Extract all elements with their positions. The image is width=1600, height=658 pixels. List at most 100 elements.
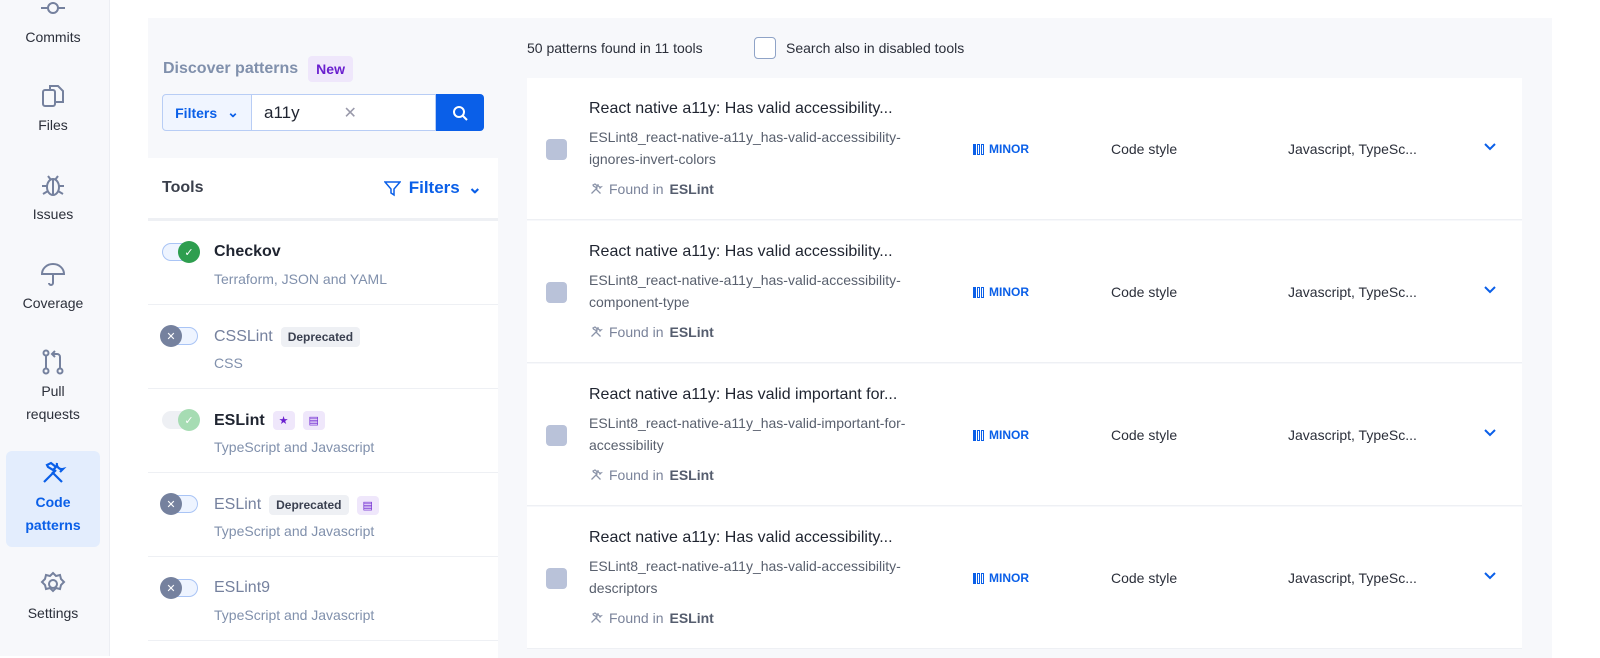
discover-header: Discover patterns New [163,56,353,82]
found-in: Found in ESLint [589,181,714,197]
deprecated-badge: Deprecated [280,327,361,347]
chevron-down-icon: ⌄ [467,178,482,197]
pattern-id: ESLint8_react-native-a11y_has-valid-acce… [589,272,901,310]
search-input[interactable]: a11y ✕ [252,94,436,131]
severity-badge: MINOR [973,142,1029,156]
tool-row: ✓ Checkov Terraform, JSON and YAML [148,221,498,305]
clear-icon[interactable]: ✕ [344,103,424,123]
new-badge: New [308,56,353,82]
tool-toggle[interactable]: ✕ [160,577,198,599]
check-icon: ✓ [178,409,200,431]
tools-icon [591,326,603,337]
x-icon: ✕ [160,325,182,347]
pull-request-icon [42,349,64,375]
tool-languages: CSS [214,355,243,371]
doc-icon: ▤ [356,495,379,515]
pattern-checkbox[interactable] [546,282,567,303]
sidebar-item-issues[interactable]: Issues [6,171,100,226]
expand-button[interactable] [1482,138,1498,159]
content-panel: Discover patterns New Filters ⌄ a11y ✕ Too… [148,18,1552,658]
tools-icon [591,183,603,194]
pattern-id: ESLint8_react-native-a11y_has-valid-impo… [589,415,906,453]
tool-row: ✕ ESLint9 TypeScript and Javascript [148,557,498,641]
tools-filters-button[interactable]: Filters ⌄ [383,178,482,198]
severity-bars-icon [973,572,984,584]
tool-languages: Terraform, JSON and YAML [214,271,387,287]
chevron-down-icon [1484,286,1496,294]
tools-icon [591,469,603,480]
chevron-down-icon: ⌄ [227,104,239,120]
pattern-card[interactable]: React native a11y: Has valid accessibili… [527,78,1522,220]
tool-toggle[interactable]: ✕ [160,325,198,347]
files-icon [42,85,64,107]
tool-name-row: ESLint9 [214,579,271,596]
results-count: 50 patterns found in 11 tools [527,40,703,56]
sidebar-item-code-patterns[interactable]: Code patterns [6,451,100,547]
pattern-languages: Javascript, TypeSc... [1288,570,1417,586]
search-button[interactable] [436,94,484,131]
expand-button[interactable] [1482,424,1498,445]
sidebar-item-pull-requests[interactable]: Pull requests [6,348,100,426]
x-icon: ✕ [160,493,182,515]
pattern-title[interactable]: React native a11y: Has valid accessibili… [589,243,893,261]
sidebar-item-settings[interactable]: Settings [6,570,100,625]
chevron-down-icon [1484,143,1496,151]
severity-badge: MINOR [973,571,1029,585]
pattern-category: Code style [1111,284,1178,300]
sidebar-item-commits[interactable]: Commits [6,0,100,49]
doc-icon: ▤ [302,411,325,430]
umbrella-icon [40,263,66,286]
tool-toggle[interactable]: ✕ [160,493,198,515]
sidebar-item-coverage[interactable]: Coverage [6,260,100,315]
pattern-languages: Javascript, TypeSc... [1288,141,1417,157]
tool-languages: TypeScript and Javascript [214,523,375,539]
search-icon [453,105,468,121]
sidebar-item-files[interactable]: Files [6,82,100,137]
severity-bars-icon [973,143,984,155]
checkbox[interactable] [754,37,776,59]
tools-icon [591,612,603,623]
pattern-checkbox[interactable] [546,568,567,589]
search-bar: Filters ⌄ a11y ✕ [162,94,484,131]
tool-name-row: CSSLint Deprecated [214,327,361,347]
pattern-languages: Javascript, TypeSc... [1288,427,1417,443]
pattern-category: Code style [1111,427,1178,443]
commit-icon [41,2,65,14]
pattern-category: Code style [1111,141,1178,157]
expand-button[interactable] [1482,567,1498,588]
check-icon: ✓ [178,241,200,263]
tools-header: Tools Filters ⌄ [148,158,498,221]
bug-icon [42,175,64,196]
star-icon: ★ [272,411,295,430]
pattern-card[interactable]: React native a11y: Has valid accessibili… [527,507,1522,649]
pattern-title[interactable]: React native a11y: Has valid accessibili… [589,529,893,547]
tool-row: ✕ ESLint Deprecated ▤ TypeScript and Javas… [148,473,498,557]
search-filters-dropdown[interactable]: Filters ⌄ [162,94,252,131]
pattern-title[interactable]: React native a11y: Has valid accessibili… [589,100,893,118]
discover-column: Discover patterns New Filters ⌄ a11y ✕ Too… [148,18,498,658]
severity-bars-icon [973,286,984,298]
pattern-languages: Javascript, TypeSc... [1288,284,1417,300]
chevron-down-icon [1484,429,1496,437]
pattern-id: ESLint8_react-native-a11y_has-valid-acce… [589,129,901,167]
pattern-title[interactable]: React native a11y: Has valid important f… [589,386,897,404]
pattern-checkbox[interactable] [546,425,567,446]
severity-badge: MINOR [973,285,1029,299]
found-in: Found in ESLint [589,610,714,626]
pattern-card[interactable]: React native a11y: Has valid accessibili… [527,221,1522,363]
severity-bars-icon [973,429,984,441]
tool-row: ✕ CSSLint Deprecated CSS [148,305,498,389]
gear-icon [40,571,66,593]
tool-name-row: ESLint ★ ▤ [214,411,325,430]
chevron-down-icon [1484,572,1496,580]
search-disabled-tools-checkbox[interactable]: Search also in disabled tools [754,37,964,59]
pattern-card[interactable]: React native a11y: Has valid important f… [527,364,1522,506]
tool-toggle[interactable]: ✓ [162,241,200,263]
pattern-id: ESLint8_react-native-a11y_has-valid-acce… [589,558,901,596]
expand-button[interactable] [1482,281,1498,302]
tools-list: Tools Filters ⌄ ✓ Checkov Terraform, JSON… [148,158,498,658]
tools-icon [43,461,67,483]
pattern-checkbox[interactable] [546,139,567,160]
found-in: Found in ESLint [589,324,714,340]
tool-toggle[interactable]: ✓ [162,409,200,431]
